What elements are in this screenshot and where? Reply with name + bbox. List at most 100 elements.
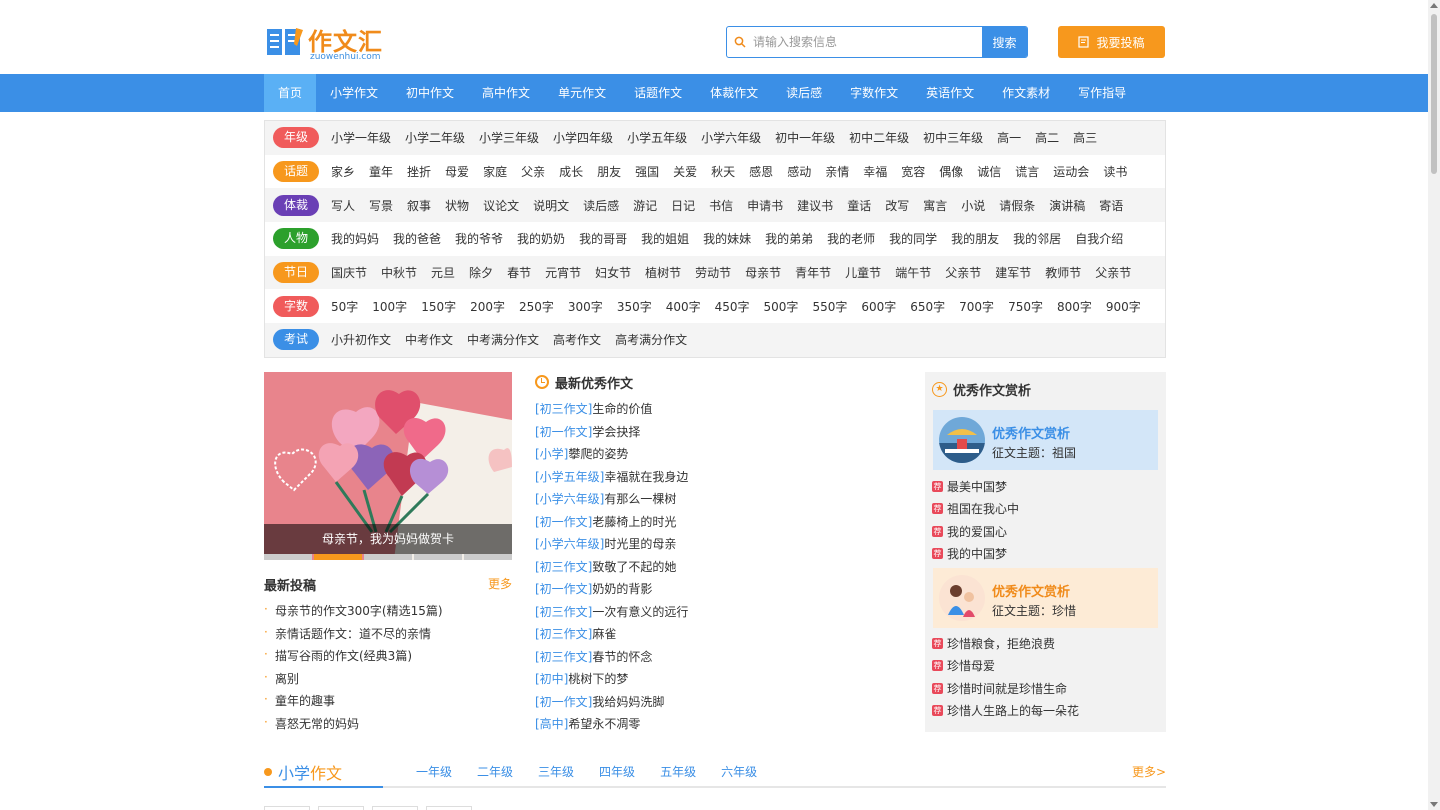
category-link[interactable]: 青年节 xyxy=(795,264,831,281)
latest-essay-item[interactable]: [初一作文]我给妈妈洗脚 xyxy=(535,693,905,716)
category-link[interactable]: 读后感 xyxy=(583,197,619,214)
recommend-item[interactable]: 荐珍惜人生路上的每一朵花 xyxy=(932,700,1079,723)
essay-title[interactable]: 我给妈妈洗脚 xyxy=(592,695,664,709)
category-link[interactable]: 我的同学 xyxy=(889,230,937,247)
category-link[interactable]: 感恩 xyxy=(749,163,773,180)
search-input[interactable] xyxy=(753,27,982,57)
essay-title[interactable]: 生命的价值 xyxy=(592,402,652,416)
category-link[interactable]: 小升初作文 xyxy=(331,331,391,348)
category-link[interactable]: 900字 xyxy=(1106,298,1141,315)
category-link[interactable]: 我的爷爷 xyxy=(455,230,503,247)
category-link[interactable]: 我的奶奶 xyxy=(517,230,565,247)
category-link[interactable]: 自我介绍 xyxy=(1075,230,1123,247)
category-link[interactable]: 读书 xyxy=(1103,163,1127,180)
nav-item[interactable]: 作文素材 xyxy=(988,74,1064,112)
category-link[interactable]: 中考满分作文 xyxy=(467,331,539,348)
submissions-more-link[interactable]: 更多 xyxy=(488,575,512,592)
essay-category-tag[interactable]: [初三作文] xyxy=(535,627,592,641)
search-button[interactable]: 搜索 xyxy=(982,27,1027,57)
nav-item[interactable]: 首页 xyxy=(264,74,317,112)
latest-essay-item[interactable]: [小学]攀爬的姿势 xyxy=(535,445,905,468)
nav-item[interactable]: 高中作文 xyxy=(468,74,544,112)
grade-tab[interactable]: 二年级 xyxy=(477,763,513,780)
submission-item[interactable]: 亲情话题作文：道不尽的亲情 xyxy=(264,625,512,648)
category-link[interactable]: 宽容 xyxy=(901,163,925,180)
page-scrollbar[interactable] xyxy=(1428,0,1440,810)
category-link[interactable]: 高一 xyxy=(997,129,1021,146)
category-link[interactable]: 550字 xyxy=(812,298,847,315)
category-link[interactable]: 建军节 xyxy=(995,264,1031,281)
slider-dot[interactable] xyxy=(464,554,512,560)
scrollbar-thumb[interactable] xyxy=(1431,14,1437,174)
essay-category-tag[interactable]: [小学六年级] xyxy=(535,492,604,506)
category-link[interactable]: 教师节 xyxy=(1045,264,1081,281)
essay-category-tag[interactable]: [初三作文] xyxy=(535,402,592,416)
essay-title[interactable]: 希望永不凋零 xyxy=(568,717,640,731)
category-link[interactable]: 中秋节 xyxy=(381,264,417,281)
category-link[interactable]: 童年 xyxy=(369,163,393,180)
category-link[interactable]: 我的姐姐 xyxy=(641,230,689,247)
slider-dot[interactable] xyxy=(414,554,462,560)
essay-category-tag[interactable]: [初三作文] xyxy=(535,650,592,664)
submit-article-button[interactable]: 我要投稿 xyxy=(1058,26,1165,58)
category-link[interactable]: 750字 xyxy=(1008,298,1043,315)
category-link[interactable]: 450字 xyxy=(715,298,750,315)
category-link[interactable]: 改写 xyxy=(885,197,909,214)
category-link[interactable]: 书信 xyxy=(709,197,733,214)
category-link[interactable]: 母亲节 xyxy=(745,264,781,281)
category-link[interactable]: 端午节 xyxy=(895,264,931,281)
category-link[interactable]: 强国 xyxy=(635,163,659,180)
latest-essay-item[interactable]: [小学六年级]时光里的母亲 xyxy=(535,535,905,558)
latest-essay-item[interactable]: [高中]希望永不凋零 xyxy=(535,715,905,738)
category-link[interactable]: 小说 xyxy=(961,197,985,214)
recommend-title[interactable]: 祖国在我心中 xyxy=(947,500,1019,517)
essay-category-tag[interactable]: [初一作文] xyxy=(535,582,592,596)
grade-tab[interactable]: 四年级 xyxy=(599,763,635,780)
category-link[interactable]: 状物 xyxy=(445,197,469,214)
category-link[interactable]: 亲情 xyxy=(825,163,849,180)
category-link[interactable]: 诚信 xyxy=(977,163,1001,180)
grade-tab[interactable]: 三年级 xyxy=(538,763,574,780)
essay-title[interactable]: 学会抉择 xyxy=(592,425,640,439)
category-link[interactable]: 家庭 xyxy=(483,163,507,180)
essay-title[interactable]: 春节的怀念 xyxy=(592,650,652,664)
category-link[interactable]: 700字 xyxy=(959,298,994,315)
category-link[interactable]: 游记 xyxy=(633,197,657,214)
category-link[interactable]: 500字 xyxy=(764,298,799,315)
appreciation-card-cherish[interactable]: 优秀作文赏析 征文主题：珍惜 xyxy=(933,568,1158,628)
recommend-item[interactable]: 荐珍惜母爱 xyxy=(932,655,1079,678)
recommend-title[interactable]: 最美中国梦 xyxy=(947,478,1007,495)
category-link[interactable]: 成长 xyxy=(559,163,583,180)
category-link[interactable]: 250字 xyxy=(519,298,554,315)
category-link[interactable]: 小学三年级 xyxy=(479,129,539,146)
submission-item[interactable]: 母亲节的作文300字(精选15篇) xyxy=(264,602,512,625)
essay-title[interactable]: 幸福就在我身边 xyxy=(604,470,688,484)
recommend-title[interactable]: 珍惜人生路上的每一朵花 xyxy=(947,702,1079,719)
category-link[interactable]: 400字 xyxy=(666,298,701,315)
category-link[interactable]: 元旦 xyxy=(431,264,455,281)
category-link[interactable]: 除夕 xyxy=(469,264,493,281)
category-link[interactable]: 春节 xyxy=(507,264,531,281)
category-link[interactable]: 妇女节 xyxy=(595,264,631,281)
slider-dot[interactable] xyxy=(264,554,312,560)
section-more-link[interactable]: 更多> xyxy=(1132,763,1166,780)
recommend-title[interactable]: 我的爱国心 xyxy=(947,523,1007,540)
category-link[interactable]: 高二 xyxy=(1035,129,1059,146)
category-link[interactable]: 小学二年级 xyxy=(405,129,465,146)
category-link[interactable]: 200字 xyxy=(470,298,505,315)
essay-title[interactable]: 攀爬的姿势 xyxy=(568,447,628,461)
category-link[interactable]: 我的哥哥 xyxy=(579,230,627,247)
essay-category-tag[interactable]: [小学五年级] xyxy=(535,470,604,484)
category-link[interactable]: 100字 xyxy=(372,298,407,315)
category-link[interactable]: 植树节 xyxy=(645,264,681,281)
category-link[interactable]: 关爱 xyxy=(673,163,697,180)
essay-title[interactable]: 老藤椅上的时光 xyxy=(592,515,676,529)
essay-category-tag[interactable]: [初中] xyxy=(535,672,568,686)
category-link[interactable]: 我的妈妈 xyxy=(331,230,379,247)
category-link[interactable]: 我的朋友 xyxy=(951,230,999,247)
category-link[interactable]: 150字 xyxy=(421,298,456,315)
latest-essay-item[interactable]: [初一作文]老藤椅上的时光 xyxy=(535,513,905,536)
nav-item[interactable]: 读后感 xyxy=(772,74,836,112)
appreciation-card-motherland[interactable]: 优秀作文赏析 征文主题：祖国 xyxy=(933,410,1158,470)
nav-item[interactable]: 小学作文 xyxy=(316,74,392,112)
